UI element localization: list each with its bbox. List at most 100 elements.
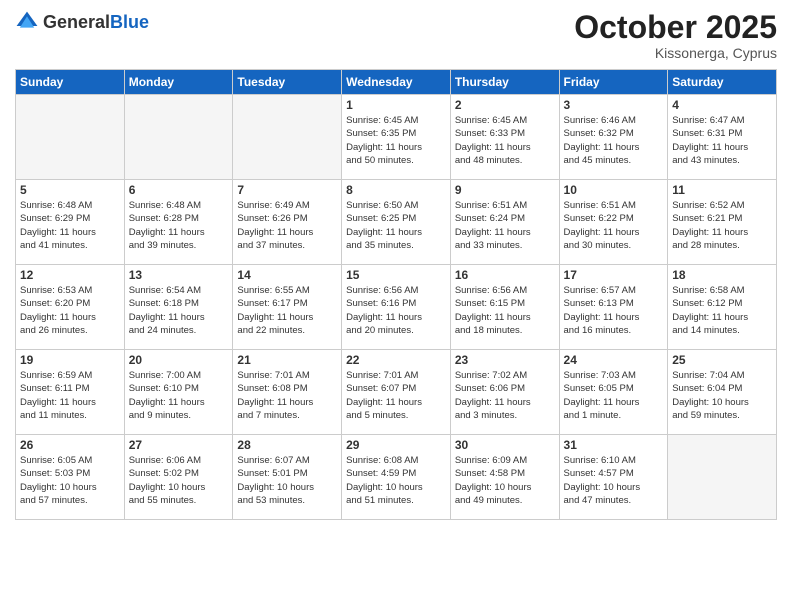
day-info: Sunrise: 6:51 AM Sunset: 6:22 PM Dayligh… [564,199,664,252]
day-number: 14 [237,268,337,282]
day-info: Sunrise: 6:53 AM Sunset: 6:20 PM Dayligh… [20,284,120,337]
day-number: 2 [455,98,555,112]
day-number: 28 [237,438,337,452]
day-info: Sunrise: 6:45 AM Sunset: 6:33 PM Dayligh… [455,114,555,167]
day-number: 17 [564,268,664,282]
calendar-cell: 2 Sunrise: 6:45 AM Sunset: 6:33 PM Daylig… [450,95,559,180]
day-number: 10 [564,183,664,197]
day-number: 29 [346,438,446,452]
calendar-cell: 28 Sunrise: 6:07 AM Sunset: 5:01 PM Dayli… [233,435,342,520]
location: Kissonerga, Cyprus [574,45,777,61]
day-info: Sunrise: 7:01 AM Sunset: 6:07 PM Dayligh… [346,369,446,422]
day-info: Sunrise: 6:09 AM Sunset: 4:58 PM Dayligh… [455,454,555,507]
weekday-header: Wednesday [342,70,451,95]
day-info: Sunrise: 6:55 AM Sunset: 6:17 PM Dayligh… [237,284,337,337]
day-number: 6 [129,183,229,197]
weekday-header: Saturday [668,70,777,95]
day-number: 30 [455,438,555,452]
day-number: 23 [455,353,555,367]
logo-icon [15,10,39,34]
day-info: Sunrise: 6:47 AM Sunset: 6:31 PM Dayligh… [672,114,772,167]
page-header: GeneralBlue October 2025 Kissonerga, Cyp… [15,10,777,61]
day-number: 25 [672,353,772,367]
calendar-cell: 31Sunrise: 6:10 AM Sunset: 4:57 PM Dayli… [559,435,668,520]
calendar-cell [668,435,777,520]
day-info: Sunrise: 6:52 AM Sunset: 6:21 PM Dayligh… [672,199,772,252]
day-number: 20 [129,353,229,367]
day-number: 5 [20,183,120,197]
weekday-header: Sunday [16,70,125,95]
calendar-cell: 4 Sunrise: 6:47 AM Sunset: 6:31 PM Daylig… [668,95,777,180]
weekday-header: Friday [559,70,668,95]
day-number: 22 [346,353,446,367]
calendar-cell: 27Sunrise: 6:06 AM Sunset: 5:02 PM Dayli… [124,435,233,520]
calendar-cell: 26 Sunrise: 6:05 AM Sunset: 5:03 PM Dayli… [16,435,125,520]
calendar-cell: 19Sunrise: 6:59 AM Sunset: 6:11 PM Dayli… [16,350,125,435]
day-info: Sunrise: 6:08 AM Sunset: 4:59 PM Dayligh… [346,454,446,507]
day-info: Sunrise: 7:03 AM Sunset: 6:05 PM Dayligh… [564,369,664,422]
logo-general: General [43,12,110,32]
day-number: 19 [20,353,120,367]
calendar-cell: 7 Sunrise: 6:49 AM Sunset: 6:26 PM Daylig… [233,180,342,265]
day-info: Sunrise: 6:51 AM Sunset: 6:24 PM Dayligh… [455,199,555,252]
calendar-week-row: 19Sunrise: 6:59 AM Sunset: 6:11 PM Dayli… [16,350,777,435]
weekday-header: Tuesday [233,70,342,95]
day-info: Sunrise: 6:06 AM Sunset: 5:02 PM Dayligh… [129,454,229,507]
day-info: Sunrise: 6:49 AM Sunset: 6:26 PM Dayligh… [237,199,337,252]
calendar-cell [233,95,342,180]
day-info: Sunrise: 6:57 AM Sunset: 6:13 PM Dayligh… [564,284,664,337]
calendar-cell: 21 Sunrise: 7:01 AM Sunset: 6:08 PM Dayli… [233,350,342,435]
weekday-header-row: SundayMondayTuesdayWednesdayThursdayFrid… [16,70,777,95]
calendar-cell: 1 Sunrise: 6:45 AM Sunset: 6:35 PM Daylig… [342,95,451,180]
day-info: Sunrise: 7:04 AM Sunset: 6:04 PM Dayligh… [672,369,772,422]
day-info: Sunrise: 7:00 AM Sunset: 6:10 PM Dayligh… [129,369,229,422]
calendar-cell: 14 Sunrise: 6:55 AM Sunset: 6:17 PM Dayli… [233,265,342,350]
calendar-week-row: 12 Sunrise: 6:53 AM Sunset: 6:20 PM Dayli… [16,265,777,350]
day-info: Sunrise: 6:07 AM Sunset: 5:01 PM Dayligh… [237,454,337,507]
calendar-cell: 16 Sunrise: 6:56 AM Sunset: 6:15 PM Dayli… [450,265,559,350]
day-info: Sunrise: 6:48 AM Sunset: 6:28 PM Dayligh… [129,199,229,252]
calendar-cell: 6 Sunrise: 6:48 AM Sunset: 6:28 PM Daylig… [124,180,233,265]
day-info: Sunrise: 6:46 AM Sunset: 6:32 PM Dayligh… [564,114,664,167]
day-info: Sunrise: 7:01 AM Sunset: 6:08 PM Dayligh… [237,369,337,422]
calendar-cell: 11 Sunrise: 6:52 AM Sunset: 6:21 PM Dayli… [668,180,777,265]
day-number: 8 [346,183,446,197]
calendar-cell: 24Sunrise: 7:03 AM Sunset: 6:05 PM Dayli… [559,350,668,435]
calendar-cell: 23Sunrise: 7:02 AM Sunset: 6:06 PM Dayli… [450,350,559,435]
calendar-cell: 25 Sunrise: 7:04 AM Sunset: 6:04 PM Dayli… [668,350,777,435]
calendar-cell: 13Sunrise: 6:54 AM Sunset: 6:18 PM Dayli… [124,265,233,350]
day-number: 9 [455,183,555,197]
day-info: Sunrise: 6:50 AM Sunset: 6:25 PM Dayligh… [346,199,446,252]
day-number: 11 [672,183,772,197]
day-info: Sunrise: 6:10 AM Sunset: 4:57 PM Dayligh… [564,454,664,507]
calendar-cell [124,95,233,180]
calendar-cell: 5Sunrise: 6:48 AM Sunset: 6:29 PM Daylig… [16,180,125,265]
day-info: Sunrise: 6:45 AM Sunset: 6:35 PM Dayligh… [346,114,446,167]
day-number: 7 [237,183,337,197]
day-info: Sunrise: 6:58 AM Sunset: 6:12 PM Dayligh… [672,284,772,337]
calendar-cell: 12 Sunrise: 6:53 AM Sunset: 6:20 PM Dayli… [16,265,125,350]
page-container: GeneralBlue October 2025 Kissonerga, Cyp… [0,0,792,525]
calendar-cell: 18Sunrise: 6:58 AM Sunset: 6:12 PM Dayli… [668,265,777,350]
calendar-cell: 22 Sunrise: 7:01 AM Sunset: 6:07 PM Dayli… [342,350,451,435]
day-number: 12 [20,268,120,282]
day-number: 1 [346,98,446,112]
calendar-cell: 8 Sunrise: 6:50 AM Sunset: 6:25 PM Daylig… [342,180,451,265]
day-number: 26 [20,438,120,452]
day-number: 21 [237,353,337,367]
day-number: 15 [346,268,446,282]
day-number: 4 [672,98,772,112]
logo-blue: Blue [110,12,149,32]
month-title: October 2025 [574,10,777,45]
calendar-cell: 3 Sunrise: 6:46 AM Sunset: 6:32 PM Daylig… [559,95,668,180]
weekday-header: Monday [124,70,233,95]
calendar-cell: 17 Sunrise: 6:57 AM Sunset: 6:13 PM Dayli… [559,265,668,350]
day-number: 3 [564,98,664,112]
day-number: 13 [129,268,229,282]
day-info: Sunrise: 6:56 AM Sunset: 6:15 PM Dayligh… [455,284,555,337]
day-number: 16 [455,268,555,282]
logo-wordmark: GeneralBlue [43,12,149,33]
calendar-week-row: 5Sunrise: 6:48 AM Sunset: 6:29 PM Daylig… [16,180,777,265]
day-info: Sunrise: 6:05 AM Sunset: 5:03 PM Dayligh… [20,454,120,507]
calendar-cell [16,95,125,180]
